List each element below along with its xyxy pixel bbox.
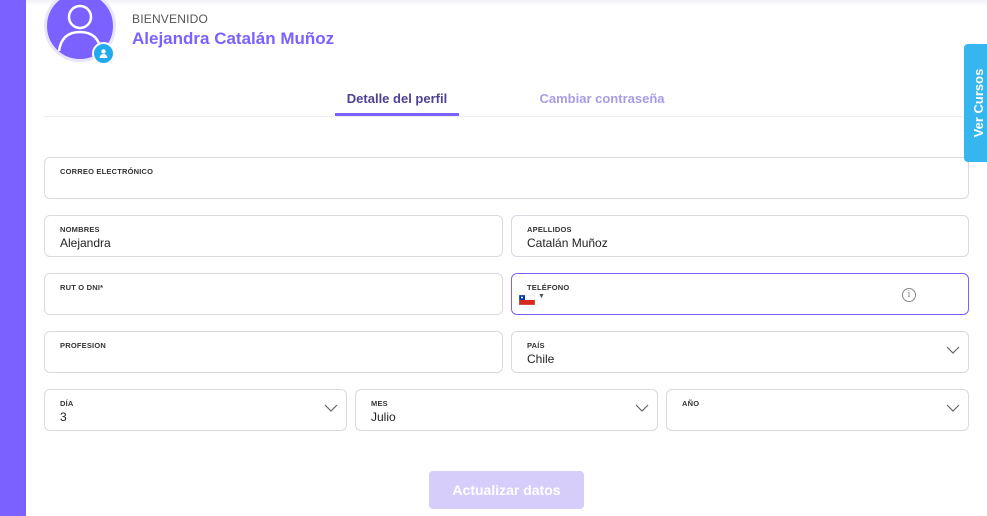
year-label: AÑO <box>682 399 700 408</box>
last-name-field[interactable]: APELLIDOS Catalán Muñoz <box>511 215 969 257</box>
country-code-caret-icon[interactable]: ▼ <box>538 293 545 300</box>
profession-label: PROFESION <box>60 341 106 350</box>
day-value: 3 <box>60 410 67 424</box>
country-select[interactable]: PAÍS Chile <box>511 331 969 373</box>
update-data-button[interactable]: Actualizar datos <box>429 471 584 509</box>
welcome-label: BIENVENIDO <box>132 12 209 26</box>
tab-change-password[interactable]: Cambiar contraseña <box>530 91 674 106</box>
left-sidebar-bar <box>0 0 26 516</box>
month-select[interactable]: MES Julio <box>355 389 658 431</box>
year-select[interactable]: AÑO <box>666 389 969 431</box>
last-name-value: Catalán Muñoz <box>527 236 608 250</box>
chevron-down-icon[interactable] <box>324 404 338 413</box>
month-value: Julio <box>371 410 396 424</box>
profession-field[interactable]: PROFESION <box>44 331 503 373</box>
view-courses-label: Ver Cursos <box>971 68 986 138</box>
month-label: MES <box>371 399 388 408</box>
view-courses-tab[interactable]: Ver Cursos <box>964 44 987 162</box>
country-label: PAÍS <box>527 341 545 350</box>
tab-profile-detail[interactable]: Detalle del perfil <box>335 91 459 106</box>
active-tab-indicator <box>335 113 459 116</box>
last-name-label: APELLIDOS <box>527 225 572 234</box>
day-label: DÍA <box>60 399 74 408</box>
top-shadow <box>26 0 987 6</box>
chevron-down-icon[interactable] <box>946 346 960 355</box>
email-label: CORREO ELECTRÓNICO <box>60 167 154 176</box>
chile-flag-icon[interactable] <box>519 295 535 305</box>
tabs-divider <box>44 116 969 117</box>
chevron-down-icon[interactable] <box>635 404 649 413</box>
profile-page: BIENVENIDO Alejandra Catalán Muñoz Detal… <box>26 0 987 516</box>
day-select[interactable]: DÍA 3 <box>44 389 347 431</box>
first-name-field[interactable]: NOMBRES Alejandra <box>44 215 503 257</box>
info-icon[interactable]: i <box>902 288 916 302</box>
first-name-value: Alejandra <box>60 236 111 250</box>
chevron-down-icon[interactable] <box>946 404 960 413</box>
country-value: Chile <box>527 352 555 366</box>
email-field[interactable]: CORREO ELECTRÓNICO <box>44 157 969 199</box>
change-photo-icon[interactable] <box>92 42 115 65</box>
rut-field[interactable]: RUT O DNI* <box>44 273 503 315</box>
user-name: Alejandra Catalán Muñoz <box>132 29 335 48</box>
phone-label: TELÉFONO <box>527 283 570 292</box>
phone-field[interactable]: TELÉFONO ▼ i <box>511 273 969 315</box>
first-name-label: NOMBRES <box>60 225 100 234</box>
rut-label: RUT O DNI* <box>60 283 104 292</box>
